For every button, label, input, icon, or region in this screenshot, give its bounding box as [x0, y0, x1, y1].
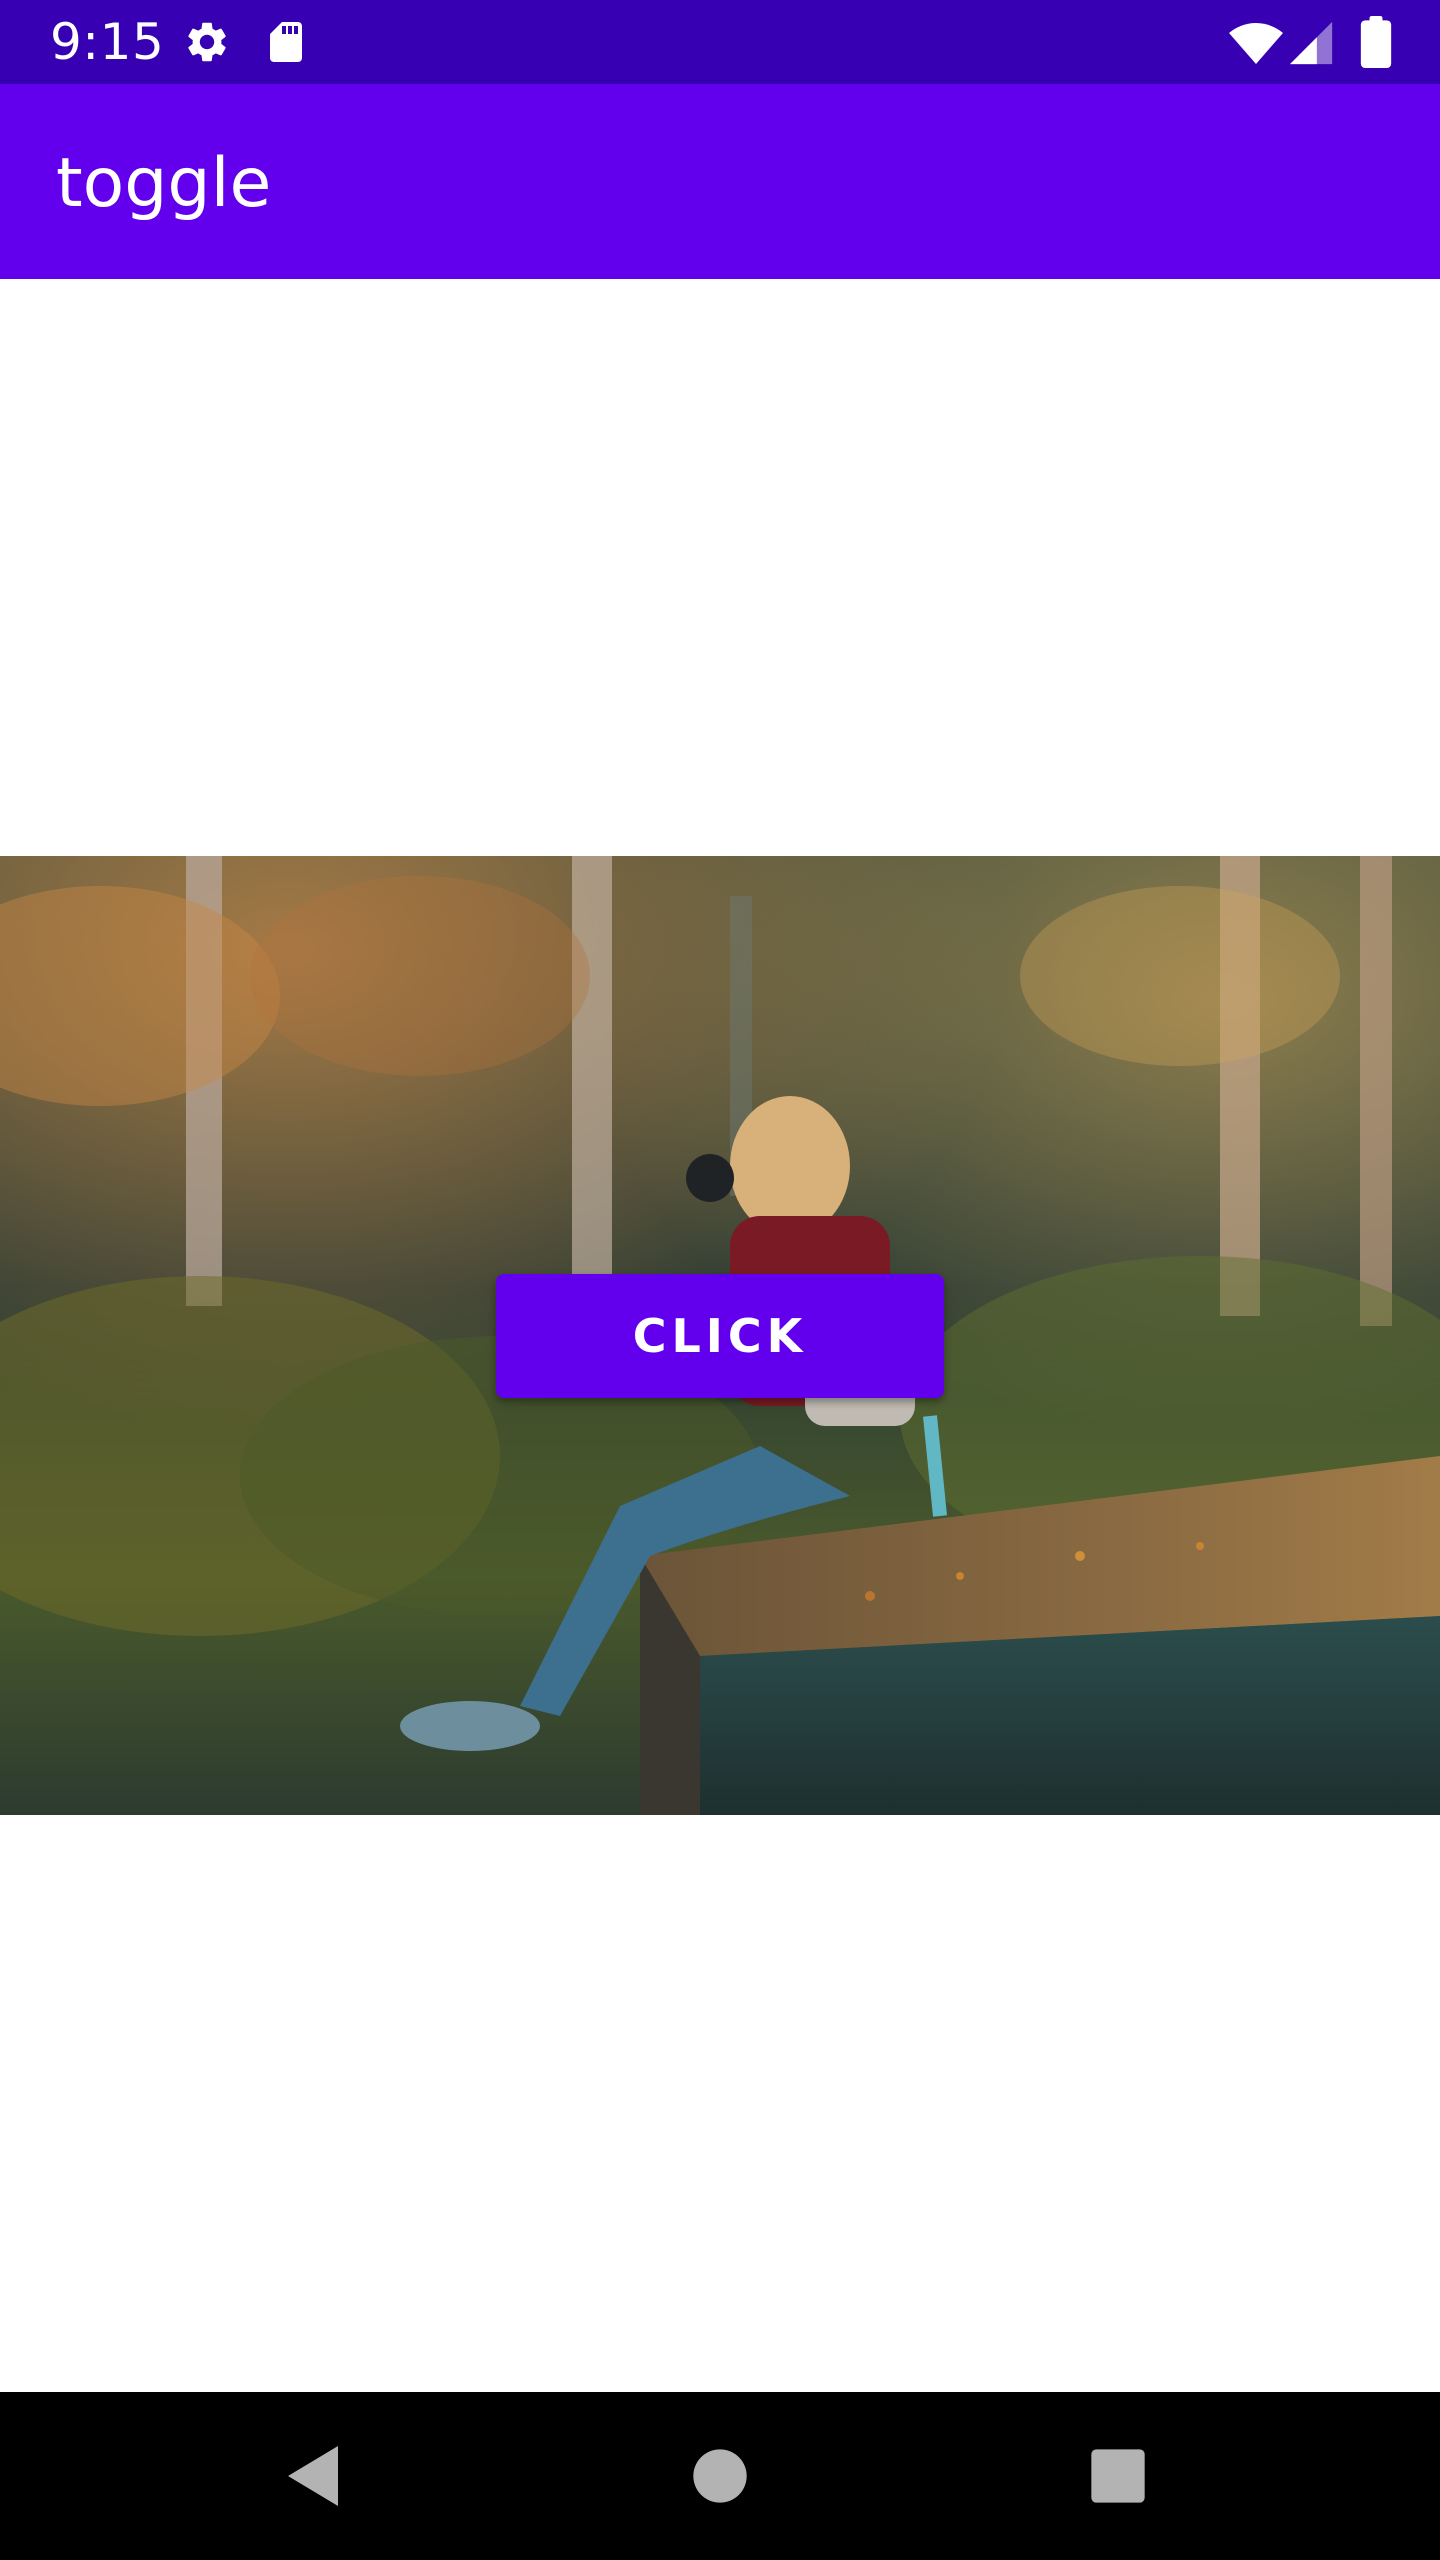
sd-card-icon	[270, 22, 302, 62]
cell-signal-icon	[1290, 21, 1333, 65]
click-button[interactable]: CLICK	[496, 1274, 944, 1398]
battery-icon	[1360, 16, 1392, 68]
content-area: CLICK	[0, 279, 1440, 2392]
recents-icon[interactable]	[1078, 2436, 1158, 2516]
wifi-icon	[1229, 23, 1283, 64]
home-icon[interactable]	[680, 2436, 760, 2516]
settings-icon	[188, 22, 226, 62]
back-icon[interactable]	[278, 2436, 358, 2516]
app-bar: toggle	[0, 84, 1440, 279]
app-title: toggle	[56, 144, 272, 223]
status-bar: 9:15	[0, 0, 1440, 84]
status-time: 9:15	[50, 13, 165, 71]
navigation-bar	[0, 2392, 1440, 2560]
